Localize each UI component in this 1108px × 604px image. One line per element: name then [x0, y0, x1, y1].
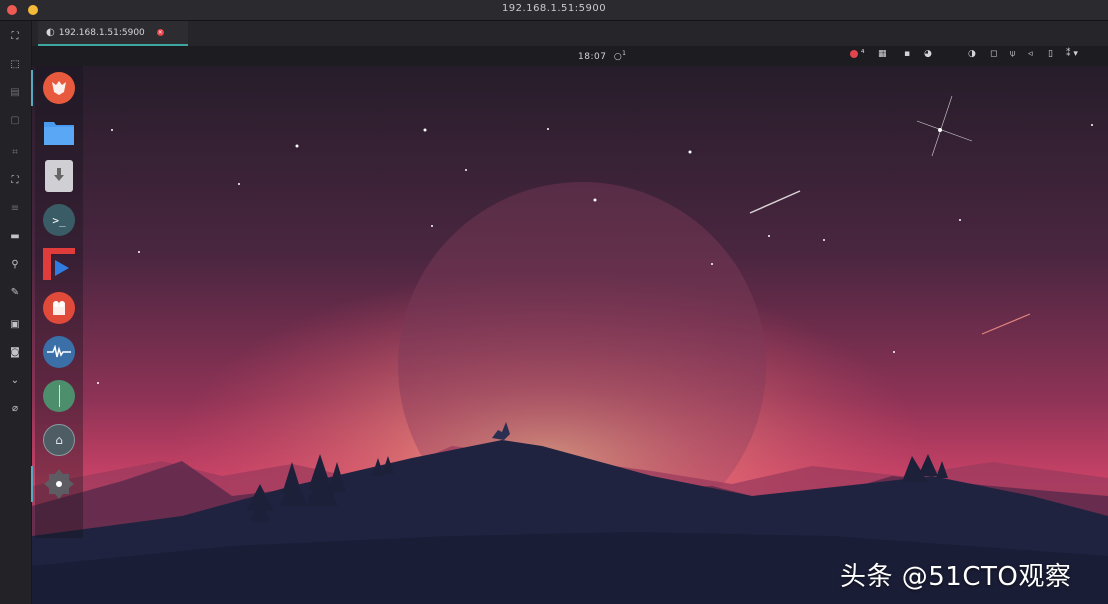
keyboard-icon[interactable]: ⌗ [8, 145, 22, 159]
bluetooth-icon[interactable]: ◑ [968, 49, 976, 59]
disconnect-icon[interactable]: ⌀ [8, 401, 22, 415]
chevron-down-icon[interactable]: ⌄ [8, 373, 22, 387]
media-player-icon[interactable] [43, 248, 75, 280]
connection-icon: ◐ [46, 27, 55, 38]
clock-suffix: 1 [622, 50, 627, 57]
app-icon-green[interactable] [43, 380, 75, 412]
viewer-toolbar: ⛶ ⬚ ▤ ▢ ⌗ ⛶ ≡ ▬ ⚲ ✎ ▣ ◙ ⌄ ⌀ [0, 21, 32, 604]
key-icon[interactable]: ▬ [8, 229, 22, 243]
wallpaper-scene [32, 66, 1108, 604]
fullscreen-icon[interactable]: ⛶ [8, 29, 22, 43]
panel-clock[interactable]: 18:07 ○1 [578, 50, 627, 62]
firefox-icon[interactable] [43, 72, 75, 104]
watermark: 头条 @51CTO观察 [840, 562, 1072, 592]
system-monitor-icon[interactable]: ⌂ [43, 424, 75, 456]
desktop-top-panel: 18:07 ○1 ⁴ ▦ ▪ ◕ ◑ ◻ ⍦ ◃ ▯ ⁑ ▾ [32, 46, 1108, 66]
search-key-icon[interactable]: ⚲ [8, 257, 22, 271]
boxes-icon[interactable] [43, 292, 75, 324]
tab-label: 192.168.1.51:5900 [58, 27, 145, 38]
settings-list-icon[interactable]: ≡ [8, 201, 22, 215]
clipboard-icon[interactable]: ▢ [8, 113, 22, 127]
camera-icon[interactable]: ◙ [8, 345, 22, 359]
audio-icon[interactable]: ◃ [1028, 49, 1033, 59]
wifi-icon[interactable]: ⍦ [1010, 49, 1015, 59]
notification-icon[interactable]: ⁴ [850, 49, 864, 59]
dock-active-indicator [31, 70, 33, 106]
scale-icon[interactable]: ▤ [8, 85, 22, 99]
window-title-bar: 192.168.1.51:5900 [0, 0, 1108, 21]
remote-desktop-wallpaper[interactable] [32, 66, 1108, 604]
audio-editor-icon[interactable] [43, 336, 75, 368]
clock-time: 18:07 [578, 52, 607, 62]
dock-running-indicator [31, 466, 33, 502]
wrench-icon[interactable]: ✎ [8, 285, 22, 299]
application-dock: >_ ⌂ [31, 66, 83, 538]
display-icon[interactable]: ▣ [8, 317, 22, 331]
installer-icon[interactable] [45, 160, 73, 192]
screenshot-icon[interactable]: ⛶ [8, 173, 22, 187]
clock-indicator-icon: ○ [613, 52, 623, 62]
keyboard-layout-icon[interactable]: ▦ [878, 49, 887, 59]
user-icon[interactable]: ◕ [924, 49, 932, 59]
battery-icon[interactable]: ▯ [1048, 49, 1053, 59]
window-title: 192.168.1.51:5900 [501, 3, 607, 14]
terminal-icon[interactable]: >_ [43, 204, 75, 236]
language-icon[interactable]: ⁑ ▾ [1066, 49, 1078, 59]
fit-screen-icon[interactable]: ⬚ [8, 57, 22, 71]
tab-bar: ◐ 192.168.1.51:5900 × [32, 21, 1108, 46]
settings-icon[interactable] [43, 468, 75, 500]
files-icon[interactable] [43, 116, 75, 148]
accessibility-icon[interactable]: ◻ [990, 49, 997, 59]
tab-connection[interactable]: ◐ 192.168.1.51:5900 × [38, 21, 188, 46]
network-icon[interactable]: ▪ [904, 49, 910, 59]
close-icon[interactable]: × [156, 29, 164, 36]
